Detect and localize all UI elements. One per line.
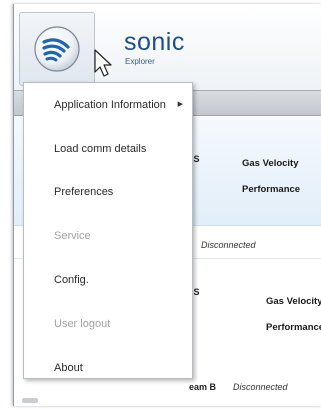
menu-item-label: Service [54, 230, 91, 242]
gas-velocity-label: Gas Velocity [266, 296, 321, 307]
menu-item-application-information[interactable]: Application Information ▶ [25, 90, 191, 120]
menu-item-service: Service [25, 221, 191, 251]
menu-item-label: User logout [54, 318, 111, 330]
application-menu: Application Information ▶ Load comm deta… [23, 82, 193, 379]
status-indicator [22, 398, 38, 403]
meter-name: eam B [189, 382, 217, 392]
menu-item-load-comm-details[interactable]: Load comm details [25, 134, 191, 164]
brand-subtitle: Explorer [125, 57, 155, 66]
menu-item-about[interactable]: About [25, 353, 191, 383]
gas-velocity-label: Gas Velocity [242, 158, 299, 169]
chevron-right-icon: ▶ [177, 101, 183, 108]
menu-item-config[interactable]: Config. [25, 265, 191, 295]
application-menu-button[interactable] [19, 12, 95, 86]
menu-item-preferences[interactable]: Preferences [25, 177, 191, 207]
menu-item-label: Application Information [54, 99, 166, 111]
performance-label: Performance [266, 322, 321, 333]
app-header: sonic Explorer [14, 4, 321, 90]
connection-status: Disconnected [201, 240, 256, 250]
menu-item-label: Load comm details [54, 143, 147, 155]
menu-item-label: About [54, 362, 83, 374]
performance-label: Performance [242, 184, 301, 195]
menu-item-label: Preferences [54, 186, 114, 198]
menu-item-user-logout: User logout [25, 309, 191, 339]
brand-name: sonic [124, 28, 185, 56]
connection-status: Disconnected [233, 382, 288, 392]
sonic-logo-icon [34, 26, 80, 72]
menu-item-label: Config. [54, 274, 89, 286]
mouse-cursor-icon [94, 49, 112, 77]
